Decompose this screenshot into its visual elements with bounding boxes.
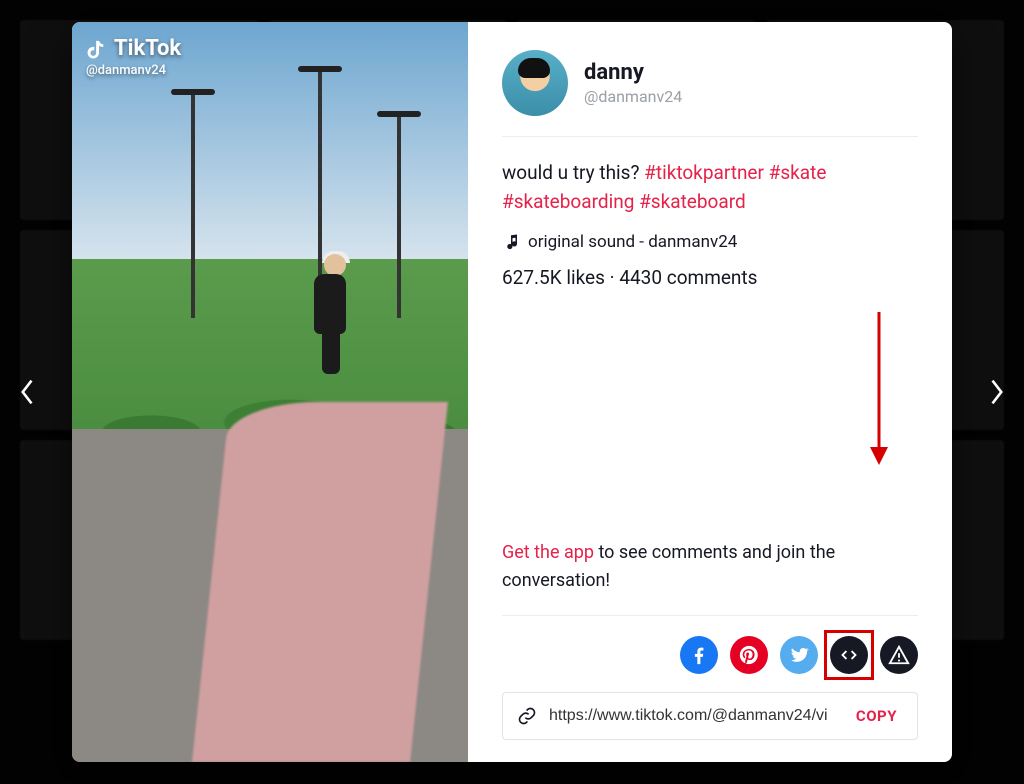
share-row (502, 636, 918, 674)
share-facebook-button[interactable] (680, 636, 718, 674)
twitter-icon (788, 644, 810, 666)
pinterest-icon (738, 644, 760, 666)
caption-text: would u try this? (502, 161, 644, 184)
video-player[interactable]: TikTok @danmanv24 (72, 22, 468, 762)
author-display-name[interactable]: danny (584, 60, 682, 85)
video-caption: would u try this? #tiktokpartner #skate … (502, 159, 918, 216)
embed-code-icon (838, 644, 860, 666)
hashtag[interactable]: #skate (769, 161, 827, 184)
author-handle[interactable]: @danmanv24 (584, 87, 682, 106)
platform-name: TikTok (114, 36, 181, 61)
facebook-icon (688, 644, 710, 666)
video-info-pane: danny @danmanv24 would u try this? #tikt… (468, 22, 952, 762)
comments-count: 4430 comments (619, 266, 757, 289)
report-button[interactable] (880, 636, 918, 674)
prev-video-button[interactable] (10, 374, 46, 410)
video-modal: TikTok @danmanv24 danny @danmanv24 would… (72, 22, 952, 762)
tiktok-watermark: TikTok @danmanv24 (86, 36, 181, 78)
share-twitter-button[interactable] (780, 636, 818, 674)
chevron-left-icon (19, 378, 37, 406)
tiktok-logo-icon (86, 37, 108, 61)
get-app-link[interactable]: Get the app (502, 542, 594, 563)
next-video-button[interactable] (978, 374, 1014, 410)
music-note-icon (502, 233, 520, 251)
video-link-row: COPY (502, 692, 918, 740)
likes-count: 627.5K likes (502, 266, 605, 289)
hashtag[interactable]: #skateboarding (502, 190, 634, 213)
chevron-right-icon (987, 378, 1005, 406)
author-row[interactable]: danny @danmanv24 (502, 50, 918, 137)
music-label: original sound - danmanv24 (528, 232, 737, 252)
share-embed-button[interactable] (830, 636, 868, 674)
hashtag[interactable]: #tiktokpartner (644, 161, 764, 184)
warning-triangle-icon (888, 644, 910, 666)
share-pinterest-button[interactable] (730, 636, 768, 674)
engagement-stats: 627.5K likes · 4430 comments (502, 266, 918, 289)
watermark-handle: @danmanv24 (86, 63, 181, 78)
copy-link-button[interactable]: COPY (850, 703, 903, 729)
avatar[interactable] (502, 50, 568, 116)
video-url-input[interactable] (547, 706, 840, 726)
music-row[interactable]: original sound - danmanv24 (502, 232, 918, 252)
get-app-cta: Get the app to see comments and join the… (502, 539, 918, 616)
hashtag[interactable]: #skateboard (639, 190, 746, 213)
link-icon (517, 706, 537, 726)
